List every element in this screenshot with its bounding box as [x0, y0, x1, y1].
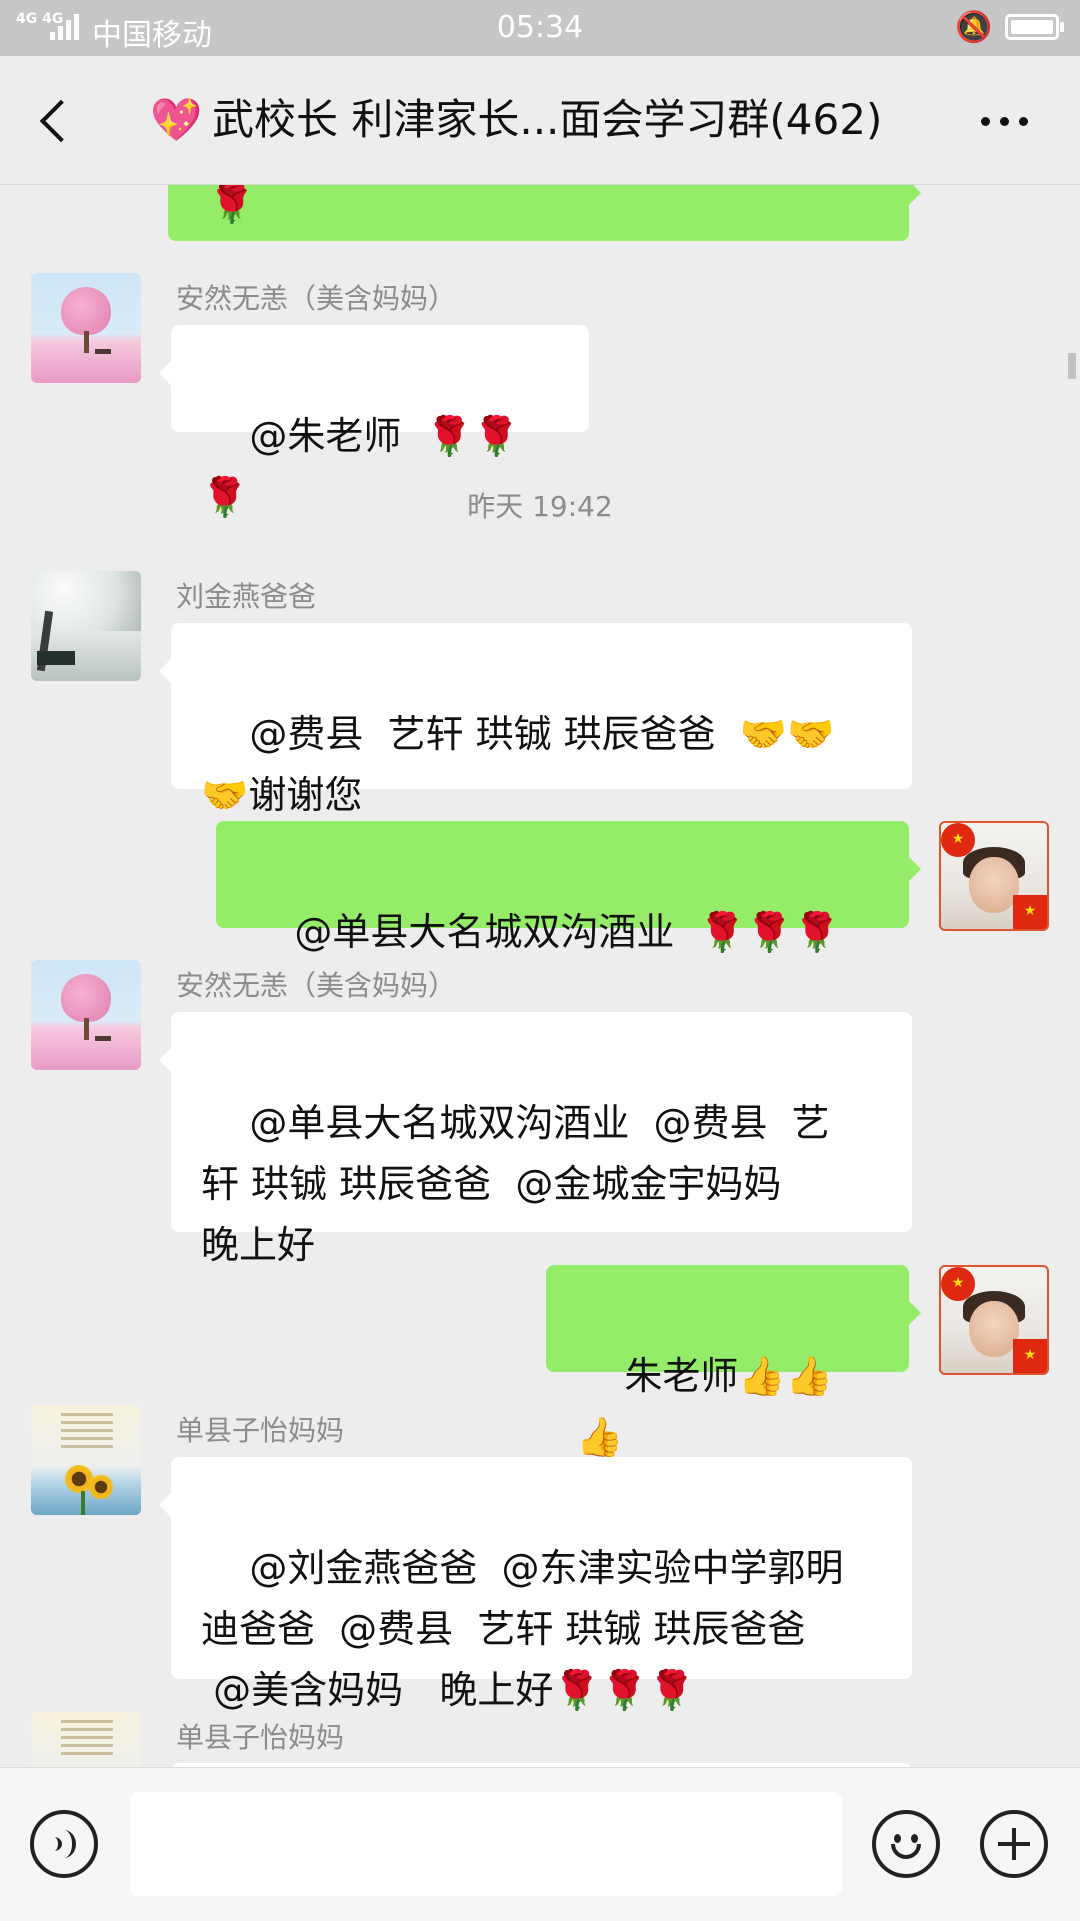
message-text: @单县大名城双沟酒业 @费县 艺 轩 珙铖 珙辰爸爸 @金城金宇妈妈 晚上好: [201, 1101, 830, 1267]
sender-name: 安然无恙（美含妈妈）: [176, 969, 457, 1002]
message-list[interactable]: 🌹 安然无恙（美含妈妈） @朱老师 🌹🌹🌹 昨天 19:42 刘金燕爸爸 @费县…: [0, 185, 1080, 1767]
message-bubble-incoming[interactable]: @费县 艺轩 珙铖 珙辰爸爸 🤝🤝 🤝谢谢您: [159, 623, 912, 817]
avatar[interactable]: [31, 1712, 141, 1767]
message-text: 🌹: [208, 185, 256, 225]
message-bubble-incoming[interactable]: @刘金燕爸爸 @东津实验中学郭明 迪爸爸 @费县 艺轩 珙铖 珙辰爸爸 @美含妈…: [159, 1457, 912, 1712]
message-bubble-incoming[interactable]: @朱老师 🌹🌹🌹: [159, 325, 589, 519]
input-bar: [0, 1767, 1080, 1921]
message-text: 朱老师👍👍👍: [576, 1354, 833, 1459]
message-input[interactable]: [130, 1792, 842, 1896]
avatar[interactable]: [31, 960, 141, 1070]
emoji-icon[interactable]: [872, 1810, 940, 1878]
voice-icon[interactable]: [30, 1810, 98, 1878]
scrollbar[interactable]: [1068, 353, 1076, 379]
status-time: 05:34: [496, 10, 584, 45]
my-avatar[interactable]: ★ ★: [939, 821, 1049, 931]
more-dots-icon[interactable]: [975, 90, 1035, 150]
sender-name: 安然无恙（美含妈妈）: [176, 282, 457, 315]
chat-title: 💖 武校长 利津家长...面会学习群(462): [150, 90, 930, 150]
message-bubble-incoming[interactable]: @单县大名城双沟酒业 @费县 艺 轩 珙铖 珙辰爸爸 @金城金宇妈妈 晚上好: [159, 1012, 912, 1267]
avatar[interactable]: [31, 571, 141, 681]
message-text: @费县 艺轩 珙铖 珙辰爸爸 🤝🤝 🤝谢谢您: [201, 712, 835, 817]
message-text: @刘金燕爸爸 @东津实验中学郭明 迪爸爸 @费县 艺轩 珙铖 珙辰爸爸 @美含妈…: [201, 1546, 844, 1712]
message-bubble-outgoing[interactable]: 朱老师👍👍👍: [546, 1265, 921, 1459]
plus-icon[interactable]: [980, 1810, 1048, 1878]
avatar[interactable]: [31, 1405, 141, 1515]
message-timestamp: 昨天 19:42: [467, 490, 613, 523]
my-avatar[interactable]: ★ ★: [939, 1265, 1049, 1375]
status-bar: 4G 4G 中国移动 05:34 🔕: [0, 0, 1080, 56]
sender-name: 单县子怡妈妈: [176, 1414, 345, 1447]
chevron-left-icon[interactable]: [30, 90, 84, 150]
sender-name: 刘金燕爸爸: [176, 580, 317, 613]
message-bubble-outgoing[interactable]: @单县大名城双沟酒业 🌹🌹🌹: [216, 821, 921, 954]
avatar[interactable]: [31, 273, 141, 383]
mute-bell-icon: 🔕: [955, 10, 993, 45]
chat-title-text: 武校长 利津家长...面会学习群(462): [212, 95, 883, 144]
message-text: @单县大名城双沟酒业 🌹🌹🌹: [294, 910, 841, 954]
sparkling-heart-icon: 💖: [150, 95, 203, 144]
chat-header: 💖 武校长 利津家长...面会学习群(462): [0, 56, 1080, 185]
sender-name: 单县子怡妈妈: [176, 1721, 345, 1754]
message-bubble-outgoing[interactable]: 🌹: [168, 185, 921, 241]
battery-icon: [1005, 14, 1064, 40]
